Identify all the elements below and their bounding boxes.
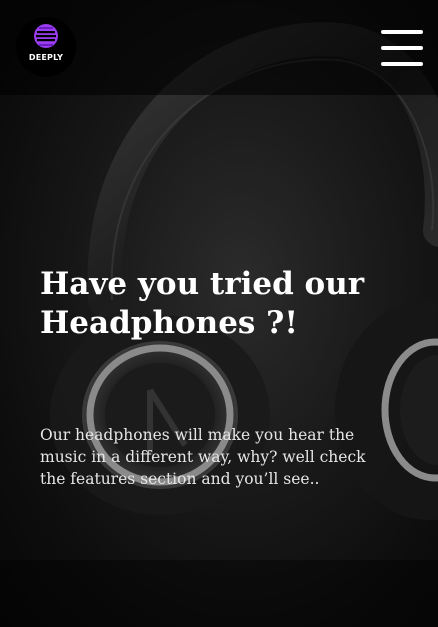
site-header: DEEPLY [0, 0, 438, 95]
logo-text: DEEPLY [28, 53, 64, 62]
hamburger-menu-icon[interactable] [381, 28, 423, 68]
menu-bar [381, 62, 423, 66]
menu-bar [381, 30, 423, 34]
hero-headline: Have you tried our Headphones ?! [40, 266, 365, 341]
landing-page: DEEPLY Have you tried our Headphones ?! … [0, 0, 438, 627]
menu-bar [381, 46, 423, 50]
brand-logo[interactable]: DEEPLY [16, 17, 76, 77]
hero-subtext: Our headphones will make you hear the mu… [40, 426, 366, 488]
logo-emblem-icon [34, 24, 58, 48]
